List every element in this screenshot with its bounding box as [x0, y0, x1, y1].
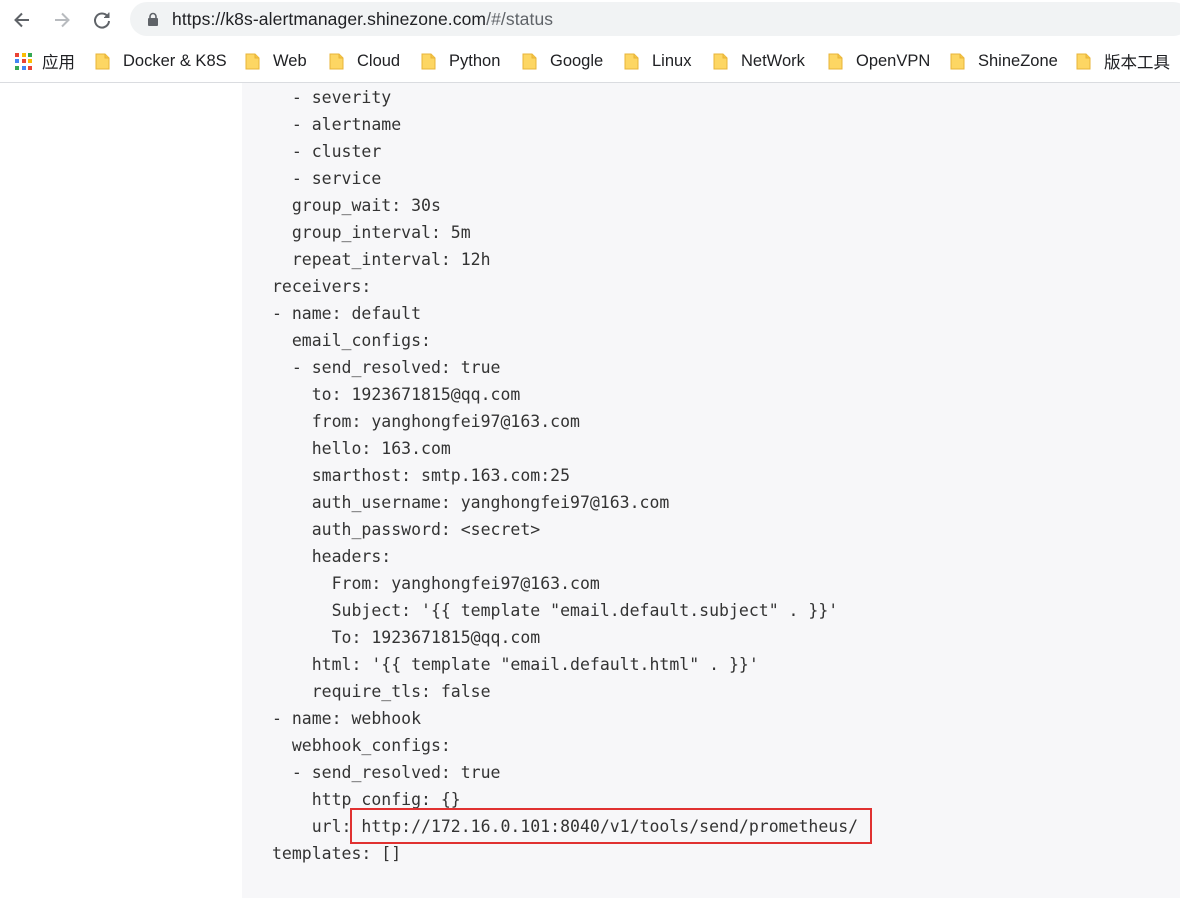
arrow-right-icon	[55, 12, 70, 28]
config-line: require_tls: false	[272, 682, 491, 701]
config-line: - send_resolved: true	[272, 358, 501, 377]
lock-icon	[148, 12, 158, 26]
folder-icon	[421, 53, 436, 70]
config-line: smarthost: smtp.163.com:25	[272, 466, 571, 485]
config-line: templates: []	[272, 844, 402, 863]
bookmark-label: Cloud	[357, 51, 401, 70]
config-line: receivers:	[272, 277, 372, 296]
config-line: - send_resolved: true	[272, 763, 501, 782]
url-host: https://k8s-alertmanager.shinezone.com	[172, 9, 487, 29]
config-line: auth_password: <secret>	[272, 520, 541, 539]
config-line: group_interval: 5m	[272, 223, 471, 242]
bookmark-folder[interactable]: OpenVPN	[828, 50, 930, 72]
folder-icon	[245, 53, 260, 70]
config-line: to: 1923671815@qq.com	[272, 385, 521, 404]
config-line: headers:	[272, 547, 392, 566]
config-line: From: yanghongfei97@163.com	[272, 574, 600, 593]
address-bar[interactable]: https://k8s-alertmanager.shinezone.com/#…	[130, 2, 1180, 36]
bookmark-folder[interactable]: 版本工具	[1076, 50, 1170, 72]
folder-icon	[713, 53, 728, 70]
url-highlight-box	[350, 808, 872, 844]
bookmark-label: Google	[550, 51, 604, 70]
config-line: webhook_configs:	[272, 736, 451, 755]
bookmark-label: Web	[273, 51, 307, 70]
back-button[interactable]	[8, 6, 36, 34]
bookmark-label: Docker & K8S	[123, 51, 227, 70]
bookmark-folder[interactable]: Web	[245, 50, 307, 72]
bookmark-folder[interactable]: Google	[522, 50, 603, 72]
config-line: repeat_interval: 12h	[272, 250, 491, 269]
reload-icon	[94, 12, 110, 29]
arrow-left-icon	[14, 12, 29, 28]
config-line: email_configs:	[272, 331, 431, 350]
config-line: - name: default	[272, 304, 422, 323]
config-line: - cluster	[272, 142, 382, 161]
config-line: To: 1923671815@qq.com	[272, 628, 541, 647]
config-line: group_wait: 30s	[272, 196, 441, 215]
bookmark-label: Linux	[652, 51, 692, 70]
folder-icon	[828, 53, 843, 70]
bookmark-folder[interactable]: NetWork	[713, 50, 805, 72]
config-line: auth_username: yanghongfei97@163.com	[272, 493, 670, 512]
bookmark-folder[interactable]: Docker & K8S	[95, 50, 227, 72]
url-path: /#/status	[486, 9, 554, 29]
config-line: - alertname	[272, 115, 402, 134]
bookmark-folder[interactable]: ShineZone	[950, 50, 1058, 72]
config-line: - severity	[272, 88, 392, 107]
url-text: https://k8s-alertmanager.shinezone.com/#…	[172, 8, 553, 30]
bookmark-label: OpenVPN	[856, 51, 931, 70]
config-line: - name: webhook	[272, 709, 422, 728]
folder-icon	[1076, 53, 1091, 70]
config-line: Subject: '{{ template "email.default.sub…	[272, 601, 839, 620]
bookmarks-bar: 应用 Docker & K8S Web Cloud Python Google Linux…	[0, 40, 1180, 83]
apps-grid-icon	[15, 52, 32, 70]
bookmark-folder[interactable]: Cloud	[329, 50, 400, 72]
bookmark-apps[interactable]: 应用	[15, 50, 75, 72]
folder-icon	[522, 53, 537, 70]
reload-button[interactable]	[88, 6, 116, 34]
bookmark-folder[interactable]: Python	[421, 50, 500, 72]
bookmark-label: ShineZone	[978, 51, 1058, 70]
config-line: - service	[272, 169, 382, 188]
config-line: from: yanghongfei97@163.com	[272, 412, 580, 431]
config-yaml: - severity - alertname - cluster - servi…	[272, 84, 858, 867]
folder-icon	[95, 53, 110, 70]
bookmark-label: 应用	[42, 54, 75, 72]
bookmark-label: Python	[449, 51, 501, 70]
folder-icon	[329, 53, 344, 70]
folder-icon	[950, 53, 965, 70]
bookmark-label: 版本工具	[1104, 54, 1170, 72]
folder-icon	[624, 53, 639, 70]
bookmark-folder[interactable]: Linux	[624, 50, 691, 72]
config-line: html: '{{ template "email.default.html" …	[272, 655, 759, 674]
config-line: hello: 163.com	[272, 439, 451, 458]
bookmark-label: NetWork	[741, 51, 805, 70]
browser-toolbar: https://k8s-alertmanager.shinezone.com/#…	[0, 0, 1180, 40]
forward-button[interactable]	[48, 6, 76, 34]
